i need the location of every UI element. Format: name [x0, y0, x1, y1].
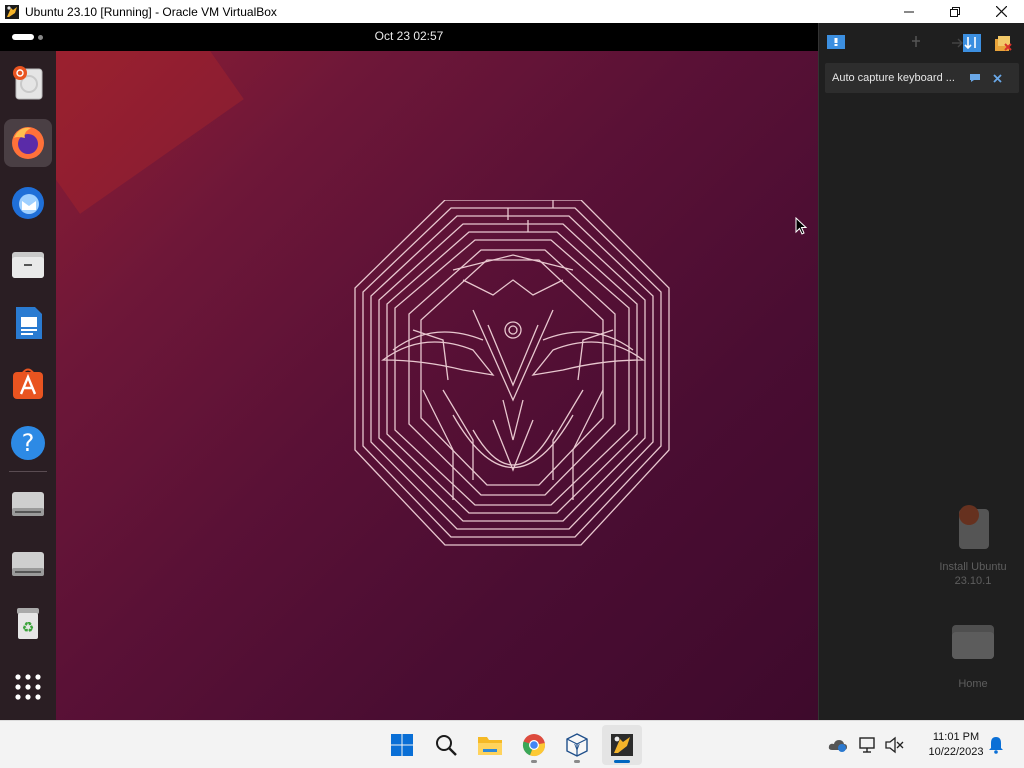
taskbar-date: 10/22/2023 — [928, 746, 984, 758]
ghost-desktop-icon-install: Install Ubuntu 23.10.1 — [923, 501, 1023, 588]
dock-item-drive-1[interactable] — [4, 479, 52, 527]
virtualbox-side-panel: Auto capture keyboard ... Install Ubuntu… — [818, 23, 1024, 720]
dock-item-files[interactable] — [4, 239, 52, 287]
notification-dont-show-button[interactable] — [964, 67, 986, 89]
help-icon: ? — [11, 426, 45, 460]
pin-icon — [912, 36, 920, 47]
taskbar-time: 11:01 PM — [932, 731, 980, 743]
dock-separator — [9, 471, 47, 472]
dont-show-icon — [970, 74, 980, 82]
ubuntu-dock: ? ♻ — [0, 51, 56, 720]
notification-auto-capture[interactable]: Auto capture keyboard ... — [825, 63, 1019, 93]
taskbar-search-button[interactable] — [426, 725, 466, 765]
taskbar-chrome[interactable] — [514, 725, 554, 765]
sort-button[interactable] — [961, 32, 983, 54]
minimize-icon — [904, 11, 914, 12]
svg-text:V: V — [574, 743, 580, 752]
libreoffice-writer-icon — [16, 307, 42, 339]
running-indicator — [574, 760, 580, 763]
chrome-icon — [522, 734, 545, 757]
taskbar-virtualbox-vm[interactable] — [602, 725, 642, 765]
message-icon — [827, 35, 845, 49]
dock-item-app-center[interactable] — [4, 359, 52, 407]
notifications-tray[interactable] — [986, 735, 1006, 755]
close-icon — [995, 6, 1007, 17]
svg-text:?: ? — [22, 429, 35, 457]
clear-icon — [995, 36, 1012, 51]
notification-text: Auto capture keyboard ... — [832, 72, 955, 84]
app-grid-icon — [15, 674, 41, 700]
volume-tray[interactable] — [884, 735, 904, 755]
ghost-icon-label: Home — [958, 678, 988, 690]
ubuntu-mantic-minotaur-logo — [354, 200, 670, 546]
bell-icon — [989, 737, 1003, 754]
guest-screen[interactable]: Oct 23 02:57 ? ♻ — [0, 23, 818, 720]
dock-item-trash[interactable]: ♻ — [4, 599, 52, 647]
dock-item-writer[interactable] — [4, 299, 52, 347]
sort-icon — [963, 34, 981, 52]
taskbar-start-button[interactable] — [382, 725, 422, 765]
active-indicator — [614, 760, 630, 763]
restore-button[interactable] — [932, 0, 978, 23]
ubuntu-installer-icon — [13, 66, 43, 100]
virtualbox-vm-icon — [5, 4, 19, 19]
trash-icon: ♻ — [17, 608, 39, 639]
svg-text:♻: ♻ — [22, 620, 35, 636]
virtualbox-icon: V — [566, 733, 588, 757]
dock-item-install-ubuntu[interactable] — [4, 59, 52, 107]
thunderbird-icon — [12, 187, 44, 219]
ghost-desktop-icon-home: Home — [923, 617, 1023, 690]
window-titlebar: Ubuntu 23.10 [Running] - Oracle VM Virtu… — [0, 0, 1024, 23]
notification-close-button[interactable] — [986, 67, 1008, 89]
network-icon — [859, 737, 875, 753]
mouse-cursor-icon — [795, 217, 808, 235]
network-tray[interactable] — [858, 735, 878, 755]
dock-item-show-apps[interactable] — [4, 663, 52, 711]
taskbar-clock[interactable]: 11:01 PM 10/22/2023 — [916, 730, 996, 760]
onedrive-tray[interactable] — [828, 735, 848, 755]
dock-item-firefox[interactable] — [4, 119, 52, 167]
volume-muted-icon — [885, 736, 904, 754]
taskbar-virtualbox[interactable]: V — [557, 725, 597, 765]
minimize-button[interactable] — [886, 0, 932, 23]
gnome-top-bar: Oct 23 02:57 — [0, 23, 818, 51]
drive-icon — [12, 552, 44, 576]
virtualbox-vm-icon — [611, 734, 633, 756]
files-icon — [12, 252, 44, 278]
notification-center-button[interactable] — [825, 32, 847, 54]
drive-icon — [12, 492, 44, 516]
window-title: Ubuntu 23.10 [Running] - Oracle VM Virtu… — [25, 4, 277, 19]
pin-button[interactable] — [905, 32, 927, 54]
search-icon — [436, 735, 457, 756]
ghost-icon-label: Install Ubuntu 23.10.1 — [939, 561, 1007, 587]
firefox-icon — [12, 127, 44, 159]
home-folder-icon — [952, 625, 994, 659]
app-center-icon — [13, 368, 43, 399]
taskbar-file-explorer[interactable] — [470, 725, 510, 765]
onedrive-icon — [828, 740, 847, 752]
ubuntu-installer-icon — [959, 505, 989, 549]
close-icon — [992, 73, 1002, 83]
clear-notifications-button[interactable] — [991, 32, 1013, 54]
side-panel-toolbar — [819, 23, 1024, 61]
date-time[interactable]: Oct 23 02:57 — [0, 29, 818, 43]
wallpaper-accent — [56, 51, 244, 214]
dock-item-drive-2[interactable] — [4, 539, 52, 587]
close-button[interactable] — [978, 0, 1024, 23]
restore-icon — [950, 6, 960, 17]
dock-item-help[interactable]: ? — [4, 419, 52, 467]
dock-item-thunderbird[interactable] — [4, 179, 52, 227]
file-explorer-icon — [478, 737, 502, 755]
desktop-wallpaper[interactable] — [56, 51, 818, 720]
windows-start-icon — [391, 734, 413, 756]
windows-taskbar: V 11:01 PM 10/22/2023 — [0, 720, 1024, 768]
running-indicator — [531, 760, 537, 763]
